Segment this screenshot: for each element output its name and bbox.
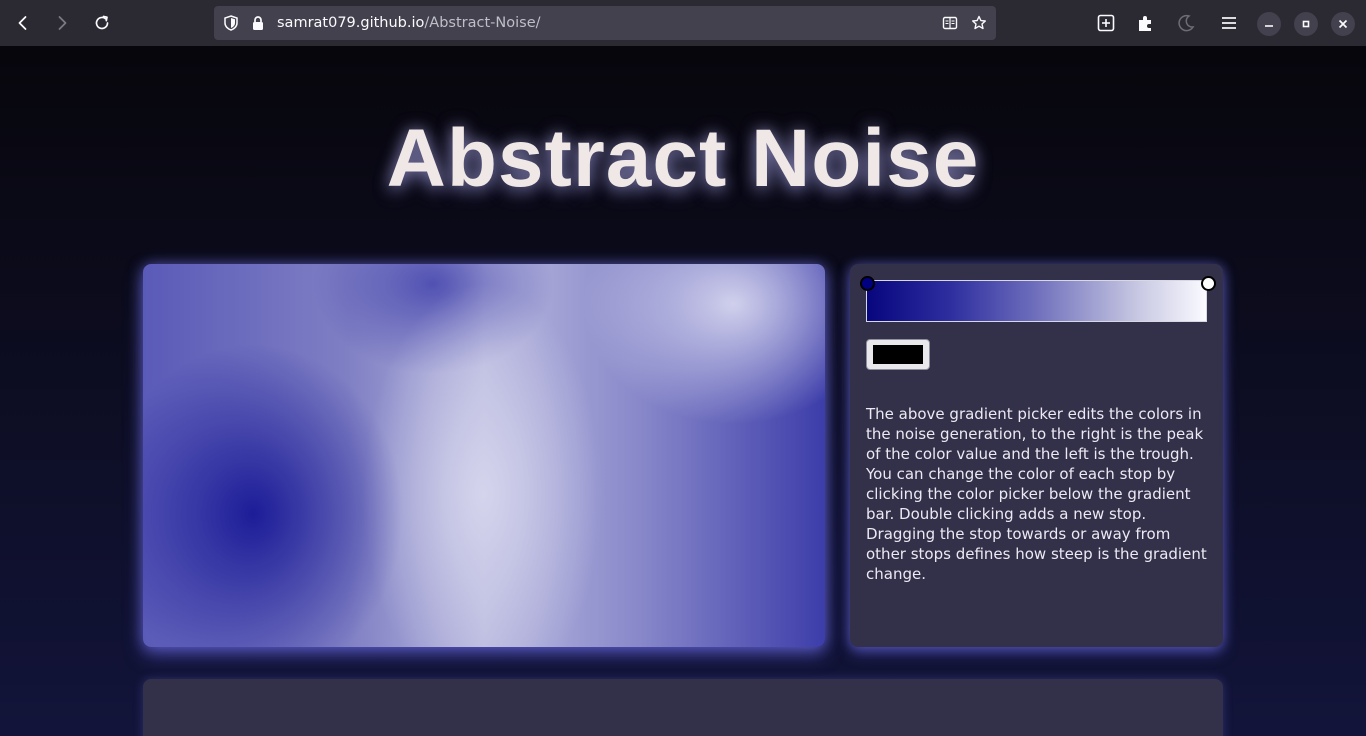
url-domain: samrat079.github.io [277, 15, 425, 31]
bottom-panel [143, 679, 1223, 736]
extensions-puzzle-icon[interactable] [1136, 13, 1156, 33]
gradient-picker-panel: The above gradient picker edits the colo… [850, 264, 1223, 647]
close-icon [1338, 19, 1348, 29]
url-text: samrat079.github.io/Abstract-Noise/ [277, 6, 541, 40]
reader-view-icon[interactable] [942, 15, 958, 31]
menu-hamburger-icon[interactable] [1219, 13, 1239, 33]
browser-toolbar: samrat079.github.io/Abstract-Noise/ [0, 0, 1366, 46]
minimize-button[interactable] [1257, 12, 1281, 36]
new-tab-icon[interactable] [1096, 13, 1116, 33]
forward-button[interactable] [47, 8, 77, 38]
minimize-icon [1265, 25, 1273, 27]
noise-canvas [143, 264, 825, 647]
gradient-stop-left[interactable] [859, 276, 875, 291]
gradient-picker-description: The above gradient picker edits the colo… [866, 405, 1207, 583]
maximize-button[interactable] [1294, 12, 1318, 36]
url-path: /Abstract-Noise/ [424, 15, 541, 31]
lock-icon[interactable] [250, 15, 266, 31]
reload-button[interactable] [87, 8, 117, 38]
tracking-shield-icon[interactable] [223, 15, 239, 31]
arrow-right-icon [58, 16, 67, 30]
arrow-left-icon [18, 16, 27, 30]
back-button[interactable] [8, 8, 38, 38]
address-bar[interactable]: samrat079.github.io/Abstract-Noise/ [214, 6, 996, 40]
dark-mode-moon-icon[interactable] [1176, 13, 1196, 33]
gradient-stop-right[interactable] [1200, 276, 1216, 291]
color-swatch [873, 345, 923, 364]
maximize-icon [1302, 20, 1310, 28]
color-picker-input[interactable] [866, 339, 930, 370]
reload-icon [95, 15, 109, 30]
close-window-button[interactable] [1331, 12, 1355, 36]
gradient-bar[interactable] [866, 280, 1207, 322]
page-title: Abstract Noise [386, 113, 980, 204]
bookmark-star-icon[interactable] [971, 15, 987, 31]
page-content: Abstract Noise The above gradient picker… [0, 46, 1366, 736]
